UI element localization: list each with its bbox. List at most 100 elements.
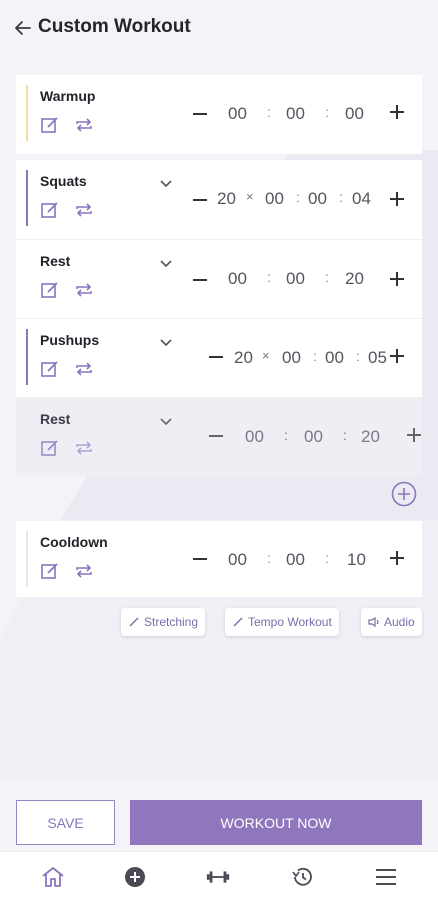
row-label: Squats — [40, 173, 87, 189]
decrease-button[interactable] — [207, 427, 225, 445]
exercise-list-card: Squats 20 × 00 : 00 : 04 Rest 00 : 00 : … — [16, 160, 422, 476]
time-separator: : — [325, 269, 329, 285]
row-label: Rest — [40, 253, 71, 269]
seconds-value[interactable]: 04 — [352, 189, 371, 209]
cooldown-card: Cooldown 00 : 00 : 10 — [16, 521, 422, 597]
decrease-button[interactable] — [191, 191, 209, 209]
time-separator: : — [356, 348, 360, 364]
edit-icon[interactable] — [40, 280, 60, 300]
hours-value[interactable]: 00 — [228, 550, 247, 570]
menu-icon[interactable] — [373, 864, 399, 890]
workout-row-warmup: Warmup 00 : 00 : 00 — [16, 75, 422, 154]
decrease-button[interactable] — [191, 271, 209, 289]
tempo-workout-chip[interactable]: Tempo Workout — [225, 608, 339, 636]
row-label: Cooldown — [40, 534, 108, 550]
hours-value[interactable]: 00 — [282, 348, 301, 368]
header: Custom Workout — [0, 0, 438, 56]
warmup-card: Warmup 00 : 00 : 00 — [16, 75, 422, 154]
edit-icon[interactable] — [40, 561, 60, 581]
time-separator: : — [296, 189, 300, 205]
chip-label: Audio — [384, 615, 415, 629]
times-symbol: × — [246, 189, 254, 204]
audio-chip[interactable]: Audio — [361, 608, 422, 636]
repeat-icon[interactable] — [74, 115, 94, 135]
time-separator: : — [325, 550, 329, 566]
hours-value[interactable]: 00 — [265, 189, 284, 209]
workout-row-pushups: Pushups 20 × 00 : 00 : 05 — [16, 318, 422, 397]
increase-button[interactable] — [388, 549, 406, 567]
row-label: Rest — [40, 411, 71, 427]
seconds-value[interactable]: 20 — [361, 427, 380, 447]
workout-row-rest: Rest 00 : 00 : 20 — [16, 397, 422, 476]
time-separator: : — [267, 269, 271, 285]
seconds-value[interactable]: 00 — [345, 104, 364, 124]
times-symbol: × — [262, 348, 270, 363]
row-accent — [26, 85, 28, 141]
workout-row-cooldown: Cooldown 00 : 00 : 10 — [16, 521, 422, 597]
page-title: Custom Workout — [38, 16, 191, 37]
add-exercise-button[interactable] — [391, 481, 417, 507]
dumbbell-icon[interactable] — [205, 864, 231, 890]
decrease-button[interactable] — [191, 105, 209, 123]
time-separator: : — [343, 427, 347, 443]
minutes-value[interactable]: 00 — [286, 550, 305, 570]
decrease-button[interactable] — [191, 550, 209, 568]
add-circle-icon[interactable] — [122, 864, 148, 890]
edit-icon[interactable] — [40, 115, 60, 135]
workout-row-rest: Rest 00 : 00 : 20 — [16, 239, 422, 318]
bottom-navigation — [0, 851, 438, 900]
time-separator: : — [339, 189, 343, 205]
seconds-value[interactable]: 10 — [347, 550, 366, 570]
history-icon[interactable] — [290, 864, 316, 890]
row-label: Warmup — [40, 88, 96, 104]
speaker-icon — [368, 617, 379, 627]
chevron-down-icon[interactable] — [159, 175, 173, 188]
row-accent — [26, 531, 28, 587]
workout-now-button[interactable]: WORKOUT NOW — [130, 800, 422, 845]
chevron-down-icon[interactable] — [159, 334, 173, 347]
time-separator: : — [267, 104, 271, 120]
increase-button[interactable] — [388, 347, 406, 365]
rep-count[interactable]: 20 — [234, 348, 253, 368]
minutes-value[interactable]: 00 — [286, 269, 305, 289]
rep-count[interactable]: 20 — [217, 189, 236, 209]
repeat-icon[interactable] — [74, 200, 94, 220]
workout-row-squats: Squats 20 × 00 : 00 : 04 — [16, 160, 422, 239]
repeat-icon[interactable] — [74, 280, 94, 300]
time-separator: : — [325, 104, 329, 120]
row-accent — [26, 170, 28, 226]
minutes-value[interactable]: 00 — [308, 189, 327, 209]
increase-button[interactable] — [405, 426, 423, 444]
hours-value[interactable]: 00 — [228, 269, 247, 289]
repeat-icon[interactable] — [74, 561, 94, 581]
pencil-icon — [233, 617, 243, 627]
stretching-chip[interactable]: Stretching — [121, 608, 206, 636]
back-arrow-icon[interactable] — [12, 17, 34, 39]
row-accent — [26, 329, 28, 385]
pencil-icon — [129, 617, 139, 627]
minutes-value[interactable]: 00 — [325, 348, 344, 368]
chevron-down-icon[interactable] — [159, 255, 173, 268]
decrease-button[interactable] — [207, 348, 225, 366]
time-separator: : — [313, 348, 317, 364]
edit-icon[interactable] — [40, 438, 60, 458]
hours-value[interactable]: 00 — [228, 104, 247, 124]
repeat-icon[interactable] — [74, 438, 94, 458]
increase-button[interactable] — [388, 270, 406, 288]
minutes-value[interactable]: 00 — [286, 104, 305, 124]
time-separator: : — [267, 550, 271, 566]
seconds-value[interactable]: 20 — [345, 269, 364, 289]
seconds-value[interactable]: 05 — [368, 348, 387, 368]
minutes-value[interactable]: 00 — [304, 427, 323, 447]
repeat-icon[interactable] — [74, 359, 94, 379]
edit-icon[interactable] — [40, 200, 60, 220]
home-icon[interactable] — [40, 864, 66, 890]
increase-button[interactable] — [388, 103, 406, 121]
edit-icon[interactable] — [40, 359, 60, 379]
time-separator: : — [284, 427, 288, 443]
save-button[interactable]: SAVE — [16, 800, 115, 845]
chip-label: Stretching — [144, 615, 199, 629]
chevron-down-icon[interactable] — [159, 413, 173, 426]
increase-button[interactable] — [388, 190, 406, 208]
hours-value[interactable]: 00 — [245, 427, 264, 447]
